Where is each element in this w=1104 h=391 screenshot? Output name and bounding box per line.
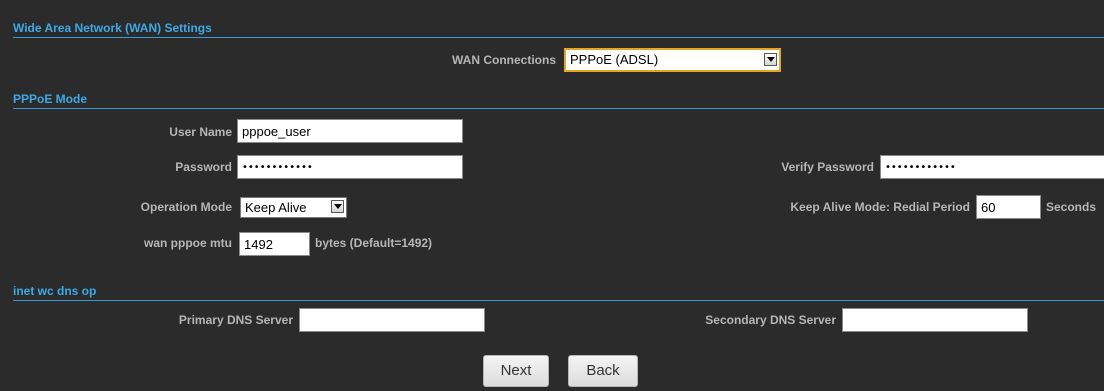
wan-settings-panel: Wide Area Network (WAN) Settings WAN Con… <box>0 0 1104 391</box>
secondary-dns-label: Secondary DNS Server <box>705 313 836 327</box>
redial-unit-label: Seconds <box>1046 200 1097 214</box>
operation-mode-value: Keep Alive <box>245 200 307 215</box>
secondary-dns-input[interactable] <box>842 308 1028 332</box>
mtu-input[interactable] <box>239 232 310 256</box>
pppoe-section-divider <box>13 108 1104 109</box>
redial-period-input[interactable] <box>976 195 1041 219</box>
verify-password-label: Verify Password <box>781 160 874 174</box>
redial-period-label: Keep Alive Mode: Redial Period <box>790 200 970 214</box>
primary-dns-input[interactable] <box>299 308 485 332</box>
operation-mode-select[interactable]: Keep Alive <box>240 197 347 218</box>
verify-password-input[interactable] <box>880 155 1104 179</box>
next-button[interactable]: Next <box>483 355 549 387</box>
wan-section-divider <box>13 37 1104 38</box>
username-input[interactable] <box>237 119 463 143</box>
password-label: Password <box>175 160 232 174</box>
wan-connections-select[interactable]: PPPoE (ADSL) <box>564 48 781 72</box>
wan-section-title: Wide Area Network (WAN) Settings <box>13 21 212 35</box>
username-label: User Name <box>169 125 232 139</box>
wan-connections-value: PPPoE (ADSL) <box>570 52 659 67</box>
pppoe-section-title: PPPoE Mode <box>13 92 88 106</box>
wan-connections-label: WAN Connections <box>452 53 556 67</box>
primary-dns-label: Primary DNS Server <box>178 313 293 327</box>
dns-section-title: inet wc dns op <box>13 284 97 298</box>
chevron-down-icon[interactable] <box>331 200 344 213</box>
mtu-hint: bytes (Default=1492) <box>315 236 433 250</box>
mtu-label: wan pppoe mtu <box>144 236 232 250</box>
password-input[interactable] <box>237 155 463 179</box>
dns-section-divider <box>13 300 1104 301</box>
back-button[interactable]: Back <box>568 355 638 387</box>
chevron-down-icon[interactable] <box>764 53 777 66</box>
operation-mode-label: Operation Mode <box>140 200 232 214</box>
